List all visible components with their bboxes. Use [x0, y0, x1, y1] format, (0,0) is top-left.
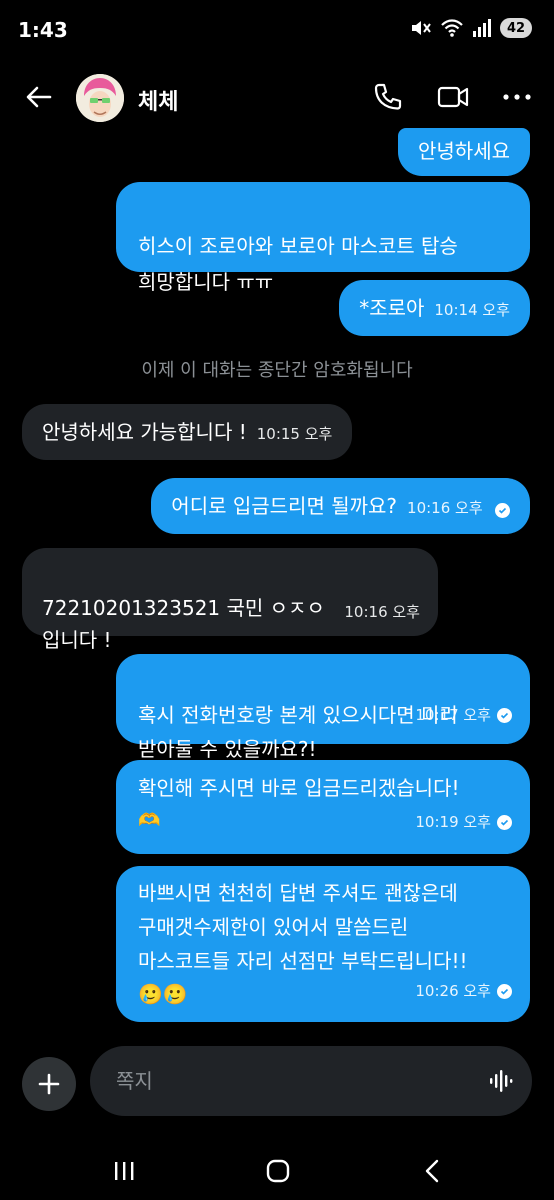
- composer: [0, 1046, 554, 1116]
- home-icon: [266, 1159, 290, 1183]
- outgoing-message[interactable]: 어디로 입금드리면 될까요? 10:16 오후: [151, 478, 530, 534]
- message-input-container[interactable]: [90, 1046, 532, 1116]
- recents-icon: [115, 1162, 134, 1180]
- add-media-button[interactable]: [22, 1057, 76, 1111]
- recents-button[interactable]: [104, 1154, 144, 1188]
- outgoing-message[interactable]: 혹시 전화번호랑 본계 있으시다면 미리 받아둘 수 있을까요?! 10:17 …: [116, 654, 530, 761]
- plus-icon: [38, 1073, 60, 1095]
- message-text: 바쁘시면 천천히 답변 주셔도 괜찮은데 구매갯수제한이 있어서 말씀드린 마스…: [138, 881, 468, 973]
- message-time: 10:15 오후: [256, 425, 333, 443]
- phone-icon[interactable]: [370, 80, 404, 114]
- message-time: 10:19 오후: [415, 813, 491, 831]
- wifi-icon: [441, 19, 463, 37]
- signal-icon: [473, 19, 491, 37]
- message-text: 안녕하세요 가능합니다 !: [42, 420, 247, 444]
- read-receipt-icon: [495, 503, 510, 518]
- message-time: 10:16 오후: [344, 603, 420, 621]
- navigation-bar: [0, 1142, 554, 1200]
- outgoing-message[interactable]: 확인해 주시면 바로 입금드리겠습니다! 🫶 10:19 오후: [116, 760, 530, 854]
- message-time: 10:14 오후: [434, 301, 510, 319]
- incoming-message[interactable]: 72210201323521 국민 ㅇㅈㅇ 입니다 ! 10:16 오후: [22, 548, 438, 652]
- message-time: 10:26 오후: [415, 982, 491, 1000]
- avatar-image: [76, 74, 124, 122]
- read-receipt-icon: [497, 983, 512, 999]
- message-text: *조로아: [359, 296, 425, 320]
- message-text: 어디로 입금드리면 될까요?: [171, 494, 398, 518]
- video-icon[interactable]: [436, 80, 470, 114]
- battery-indicator: 42: [500, 18, 532, 38]
- message-time: 10:17 오후: [415, 706, 491, 724]
- status-icons: 42: [410, 18, 532, 38]
- read-receipt-icon: [497, 707, 512, 723]
- conversation-header: 체체: [0, 62, 554, 134]
- status-time: 1:43: [18, 18, 68, 42]
- incoming-message[interactable]: 안녕하세요 가능합니다 ! 10:15 오후: [22, 404, 353, 460]
- avatar[interactable]: [76, 74, 124, 122]
- outgoing-message[interactable]: 안녕하세요: [398, 128, 530, 176]
- status-bar: 1:43 42: [0, 0, 554, 62]
- message-input[interactable]: [116, 1064, 476, 1098]
- message-time: 10:16 오후: [407, 499, 483, 517]
- outgoing-message[interactable]: *조로아 10:14 오후: [339, 280, 530, 336]
- message-text: 안녕하세요: [418, 139, 510, 163]
- voice-icon[interactable]: [488, 1068, 514, 1094]
- message-text: 혹시 전화번호랑 본계 있으시다면 미리 받아둘 수 있을까요?!: [138, 703, 458, 761]
- mute-icon: [412, 21, 431, 35]
- message-text: 확인해 주시면 바로 입금드리겠습니다!: [138, 776, 460, 800]
- outgoing-message[interactable]: 바쁘시면 천천히 답변 주셔도 괜찮은데 구매갯수제한이 있어서 말씀드린 마스…: [116, 866, 530, 1022]
- back-arrow-icon[interactable]: [22, 80, 56, 114]
- read-receipt-icon: [497, 814, 512, 830]
- more-icon[interactable]: [500, 80, 534, 114]
- contact-name[interactable]: 체체: [138, 84, 178, 116]
- nav-back-icon: [425, 1159, 439, 1183]
- system-back-button[interactable]: [412, 1154, 452, 1188]
- message-text: 72210201323521 국민 ㅇㅈㅇ 입니다 !: [42, 596, 325, 652]
- encryption-notice: 이제 이 대화는 종단간 암호화됩니다: [141, 360, 413, 381]
- outgoing-message[interactable]: 히스이 조로아와 보로아 마스코트 탑승 희망합니다 ㅠㅠ: [116, 182, 530, 294]
- home-button[interactable]: [258, 1154, 298, 1188]
